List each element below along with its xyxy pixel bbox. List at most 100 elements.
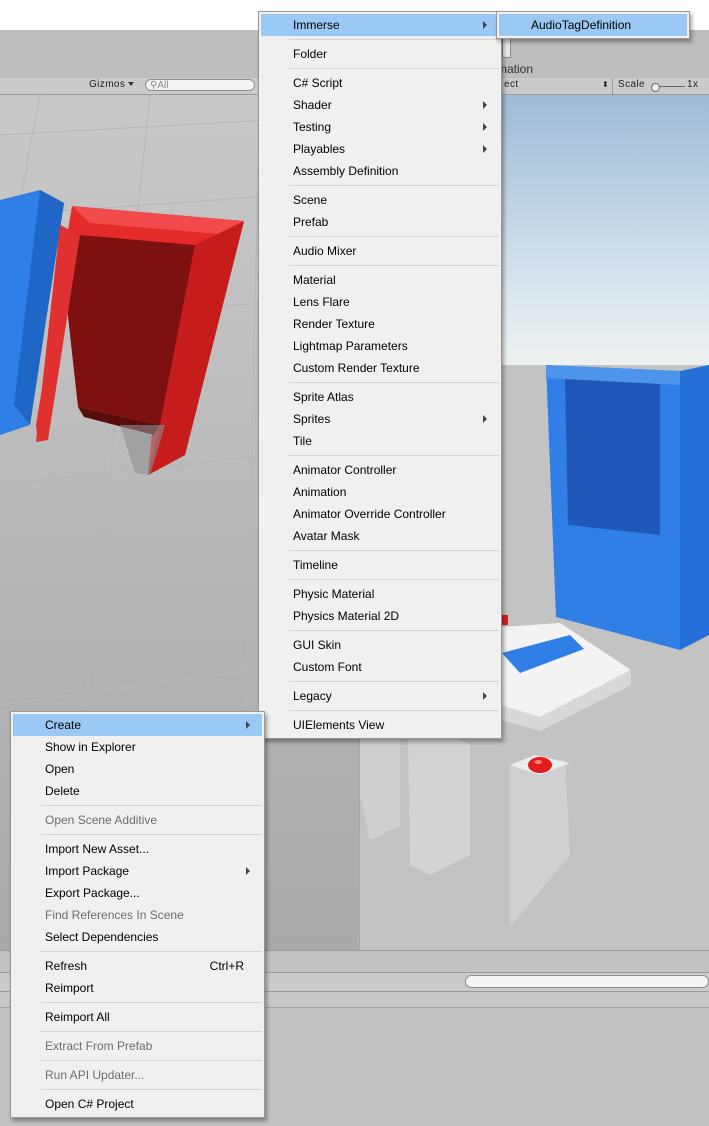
menu-item-tile[interactable]: Tile bbox=[261, 430, 499, 452]
menu-item-animator-override-controller[interactable]: Animator Override Controller bbox=[261, 503, 499, 525]
menu-item-label: Run API Updater... bbox=[45, 1068, 145, 1082]
menu-separator bbox=[289, 681, 499, 682]
menu-separator bbox=[289, 68, 499, 69]
menu-item-label: Playables bbox=[293, 142, 346, 156]
menu-item-scene[interactable]: Scene bbox=[261, 189, 499, 211]
menu-item-import-package[interactable]: Import Package bbox=[13, 860, 262, 882]
menu-item-label: Delete bbox=[45, 784, 80, 798]
menu-item-import-new-asset[interactable]: Import New Asset... bbox=[13, 838, 262, 860]
display-dropdown-partial[interactable]: ect bbox=[504, 79, 519, 90]
tab-handle[interactable] bbox=[502, 38, 511, 58]
menu-item-avatar-mask[interactable]: Avatar Mask bbox=[261, 525, 499, 547]
menu-separator bbox=[41, 1002, 262, 1003]
menu-item-label: Prefab bbox=[293, 215, 329, 229]
menu-item-select-dependencies[interactable]: Select Dependencies bbox=[13, 926, 262, 948]
menu-item-sprites[interactable]: Sprites bbox=[261, 408, 499, 430]
menu-item-assembly-definition[interactable]: Assembly Definition bbox=[261, 160, 499, 182]
menu-item-playables[interactable]: Playables bbox=[261, 138, 499, 160]
menu-item-label: Shader bbox=[293, 98, 332, 112]
menu-item-create[interactable]: Create bbox=[13, 714, 262, 736]
immerse-submenu: AudioTagDefinition bbox=[496, 11, 690, 39]
scale-slider-knob[interactable] bbox=[651, 83, 660, 92]
menu-item-label: Animation bbox=[293, 485, 347, 499]
menu-item-physic-material[interactable]: Physic Material bbox=[261, 583, 499, 605]
menu-separator bbox=[41, 951, 262, 952]
menu-item-audio-mixer[interactable]: Audio Mixer bbox=[261, 240, 499, 262]
menu-separator bbox=[289, 39, 499, 40]
menu-item-physics-material-2d[interactable]: Physics Material 2D bbox=[261, 605, 499, 627]
menu-item-shader[interactable]: Shader bbox=[261, 94, 499, 116]
menu-item-c-script[interactable]: C# Script bbox=[261, 72, 499, 94]
menu-item-label: Audio Mixer bbox=[293, 244, 357, 258]
menu-item-animator-controller[interactable]: Animator Controller bbox=[261, 459, 499, 481]
menu-item-legacy[interactable]: Legacy bbox=[261, 685, 499, 707]
menu-item-label: Reimport bbox=[45, 981, 94, 995]
gizmos-chevron-down-icon[interactable] bbox=[128, 82, 134, 86]
menu-item-lightmap-parameters[interactable]: Lightmap Parameters bbox=[261, 335, 499, 357]
scale-label: Scale bbox=[618, 79, 646, 90]
menu-item-label: Sprites bbox=[293, 412, 331, 426]
menu-item-animation[interactable]: Animation bbox=[261, 481, 499, 503]
menu-item-label: Select Dependencies bbox=[45, 930, 159, 944]
menu-item-label: C# Script bbox=[293, 76, 343, 90]
menu-item-label: Sprite Atlas bbox=[293, 390, 354, 404]
menu-item-show-in-explorer[interactable]: Show in Explorer bbox=[13, 736, 262, 758]
menu-item-material[interactable]: Material bbox=[261, 269, 499, 291]
scale-slider[interactable] bbox=[651, 83, 685, 92]
menu-item-refresh[interactable]: Refresh Ctrl+R bbox=[13, 955, 262, 977]
chevron-right-icon bbox=[246, 721, 250, 729]
menu-item-reimport-all[interactable]: Reimport All bbox=[13, 1006, 262, 1028]
menu-item-label: Tile bbox=[293, 434, 312, 448]
menu-item-label: Show in Explorer bbox=[45, 740, 136, 754]
menu-item-sprite-atlas[interactable]: Sprite Atlas bbox=[261, 386, 499, 408]
scene-search-input[interactable]: ⚲All bbox=[145, 79, 255, 91]
menu-item-label: Physics Material 2D bbox=[293, 609, 400, 623]
menu-item-immerse[interactable]: Immerse bbox=[261, 14, 499, 36]
menu-item-shortcut: Ctrl+R bbox=[209, 959, 244, 973]
gizmos-dropdown[interactable]: Gizmos bbox=[89, 79, 125, 90]
menu-item-open-c-project[interactable]: Open C# Project bbox=[13, 1093, 262, 1115]
chevron-right-icon bbox=[483, 415, 487, 423]
menu-item-label: Immerse bbox=[293, 18, 340, 32]
menu-separator bbox=[41, 1031, 262, 1032]
menu-item-folder[interactable]: Folder bbox=[261, 43, 499, 65]
menu-item-label: Open C# Project bbox=[45, 1097, 134, 1111]
menu-item-timeline[interactable]: Timeline bbox=[261, 554, 499, 576]
menu-item-extract-from-prefab: Extract From Prefab bbox=[13, 1035, 262, 1057]
menu-item-reimport[interactable]: Reimport bbox=[13, 977, 262, 999]
menu-item-label: Refresh bbox=[45, 959, 88, 973]
menu-item-render-texture[interactable]: Render Texture bbox=[261, 313, 499, 335]
menu-separator bbox=[289, 710, 499, 711]
menu-item-label: Material bbox=[293, 273, 336, 287]
menu-item-prefab[interactable]: Prefab bbox=[261, 211, 499, 233]
menu-item-label: Export Package... bbox=[45, 886, 140, 900]
menu-item-delete[interactable]: Delete bbox=[13, 780, 262, 802]
pillar bbox=[408, 735, 470, 875]
menu-item-gui-skin[interactable]: GUI Skin bbox=[261, 634, 499, 656]
project-context-menu: Create Show in Explorer Open Delete Open Sce… bbox=[10, 711, 265, 1118]
menu-item-custom-render-texture[interactable]: Custom Render Texture bbox=[261, 357, 499, 379]
chevron-right-icon bbox=[246, 867, 250, 875]
menu-item-label: Lens Flare bbox=[293, 295, 350, 309]
menu-separator bbox=[289, 550, 499, 551]
menu-item-label: Open bbox=[45, 762, 75, 776]
menu-separator bbox=[289, 236, 499, 237]
menu-separator bbox=[289, 455, 499, 456]
menu-item-label: Testing bbox=[293, 120, 332, 134]
menu-item-export-package[interactable]: Export Package... bbox=[13, 882, 262, 904]
menu-item-label: Folder bbox=[293, 47, 328, 61]
menu-item-uielements-view[interactable]: UIElements View bbox=[261, 714, 499, 736]
menu-item-open-scene-additive: Open Scene Additive bbox=[13, 809, 262, 831]
project-search-input[interactable] bbox=[465, 975, 709, 988]
menu-item-label: Assembly Definition bbox=[293, 164, 399, 178]
menu-item-open[interactable]: Open bbox=[13, 758, 262, 780]
dropdown-updown-icon[interactable]: ⬍ bbox=[602, 80, 609, 89]
animation-tab-partial[interactable]: mation bbox=[497, 62, 533, 76]
menu-item-label: Find References In Scene bbox=[45, 908, 184, 922]
chevron-right-icon bbox=[483, 145, 487, 153]
menu-item-testing[interactable]: Testing bbox=[261, 116, 499, 138]
menu-item-label: Timeline bbox=[293, 558, 338, 572]
menu-item-audiotagdefinition[interactable]: AudioTagDefinition bbox=[499, 14, 687, 36]
menu-item-custom-font[interactable]: Custom Font bbox=[261, 656, 499, 678]
menu-item-lens-flare[interactable]: Lens Flare bbox=[261, 291, 499, 313]
